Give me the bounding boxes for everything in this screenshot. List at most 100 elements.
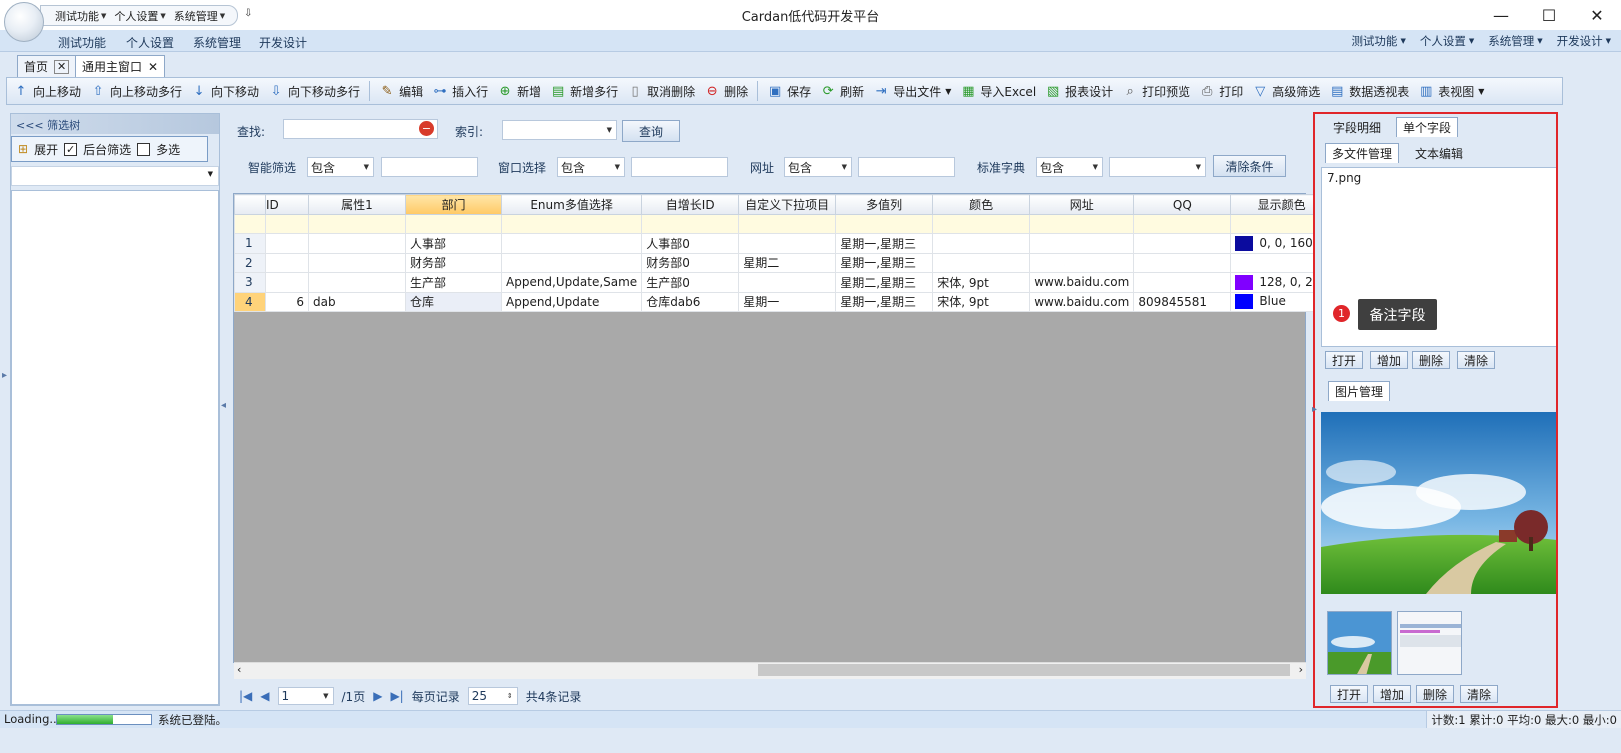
- cell-multi[interactable]: 星期一,星期三: [835, 233, 934, 254]
- cell-autoid[interactable]: 生产部0: [641, 272, 740, 293]
- scrollbar-thumb[interactable]: [758, 664, 1290, 676]
- undo-delete-button[interactable]: ▯ 取消删除: [627, 83, 696, 100]
- last-page-icon[interactable]: ▶|: [390, 689, 403, 703]
- rmenu-system[interactable]: 系统管理 ▼: [1488, 33, 1542, 49]
- window-select-input[interactable]: [631, 157, 728, 177]
- filter-cell[interactable]: [308, 214, 406, 234]
- cell-custom[interactable]: [738, 272, 837, 293]
- cell-color[interactable]: 宋体, 9pt: [932, 272, 1031, 293]
- cell-multi[interactable]: 星期一,星期三: [835, 291, 934, 312]
- filter-tree-combo[interactable]: ▼: [11, 166, 219, 186]
- query-button[interactable]: 查询: [622, 120, 680, 142]
- menu-test[interactable]: 测试功能: [58, 34, 106, 51]
- filter-cell[interactable]: [500, 214, 643, 234]
- cell-autoid[interactable]: 仓库dab6: [641, 291, 740, 312]
- col-header-autoid[interactable]: 自增长ID: [641, 194, 740, 215]
- menu-personal[interactable]: 个人设置: [126, 34, 174, 51]
- edit-button[interactable]: ✎ 编辑: [379, 83, 423, 100]
- page-select[interactable]: 1 ▼: [277, 687, 334, 705]
- qat-item-test[interactable]: 测试功能 ▼: [55, 8, 106, 24]
- url-filter-input[interactable]: [858, 157, 955, 177]
- cell-color[interactable]: 宋体, 9pt: [932, 291, 1031, 312]
- print-button[interactable]: ⎙ 打印: [1199, 83, 1243, 100]
- row-header[interactable]: 2: [234, 252, 266, 273]
- collapse-right-icon[interactable]: ▸: [1312, 404, 1317, 415]
- row-header[interactable]: 1: [234, 233, 266, 254]
- tab-home[interactable]: 首页 ✕: [17, 55, 77, 77]
- multi-select-checkbox[interactable]: [137, 142, 151, 156]
- filter-cell[interactable]: [1029, 214, 1135, 234]
- cell-custom[interactable]: [738, 233, 837, 254]
- cell-id[interactable]: [265, 272, 309, 293]
- add-button[interactable]: ⊕ 新增: [497, 83, 541, 100]
- col-header-qq[interactable]: QQ: [1133, 194, 1232, 215]
- cell-attr1[interactable]: [308, 252, 406, 273]
- col-header-attr1[interactable]: 属性1: [308, 194, 406, 215]
- minimize-icon[interactable]: —: [1477, 0, 1525, 30]
- filter-cell[interactable]: [1133, 214, 1232, 234]
- cell-color[interactable]: [932, 233, 1031, 254]
- expand-left-icon[interactable]: ▸: [2, 370, 7, 381]
- qat-item-system[interactable]: 系统管理 ▼: [174, 8, 225, 24]
- window-select-mode[interactable]: 包含 ▼: [557, 157, 625, 177]
- report-design-button[interactable]: ▧ 报表设计: [1045, 83, 1113, 100]
- cell-multi[interactable]: 星期二,星期三: [835, 272, 934, 293]
- print-preview-button[interactable]: ⌕ 打印预览: [1122, 83, 1191, 100]
- cell-id[interactable]: 6: [265, 291, 309, 312]
- filter-cell[interactable]: [932, 214, 1031, 234]
- close-icon[interactable]: ✕: [54, 59, 70, 74]
- table-view-button[interactable]: ▥ 表视图 ▼: [1418, 83, 1484, 100]
- cell-multi[interactable]: 星期一,星期三: [835, 252, 934, 273]
- cell-qq[interactable]: [1133, 233, 1232, 254]
- cell-id[interactable]: [265, 252, 309, 273]
- rmenu-personal[interactable]: 个人设置 ▼: [1420, 33, 1474, 49]
- qat-item-personal[interactable]: 个人设置 ▼: [114, 8, 165, 24]
- next-page-icon[interactable]: ▶: [373, 689, 382, 703]
- col-header-enum[interactable]: Enum多值选择: [500, 194, 643, 215]
- rmenu-dev[interactable]: 开发设计 ▼: [1557, 33, 1611, 49]
- cell-url[interactable]: www.baidu.com: [1029, 291, 1135, 312]
- add-multi-button[interactable]: ▤ 新增多行: [550, 83, 618, 100]
- maximize-icon[interactable]: ☐: [1525, 0, 1573, 30]
- index-select[interactable]: ▼: [502, 120, 617, 140]
- export-button[interactable]: ⇥ 导出文件 ▼: [873, 83, 952, 100]
- cell-dept[interactable]: 财务部: [405, 252, 502, 273]
- grid-corner-cell[interactable]: [234, 194, 266, 215]
- cell-url[interactable]: www.baidu.com: [1029, 272, 1135, 293]
- cell-enum[interactable]: Append,Update: [500, 291, 643, 312]
- table-row[interactable]: 4 6 dab 仓库 Append,Update 仓库dab6 星期一 星期一,星期三 宋体, …: [234, 291, 1334, 312]
- insert-row-button[interactable]: ⊶ 插入行: [432, 83, 489, 100]
- cell-enum[interactable]: Append,Update,Same: [500, 272, 643, 293]
- filter-cell[interactable]: [835, 214, 934, 234]
- cell-enum[interactable]: [500, 252, 643, 273]
- cell-url[interactable]: [1029, 233, 1135, 254]
- col-header-dept[interactable]: 部门: [405, 194, 502, 215]
- col-header-id[interactable]: ID: [265, 194, 309, 215]
- menu-system[interactable]: 系统管理: [193, 34, 241, 51]
- col-header-multi[interactable]: 多值列: [835, 194, 934, 215]
- prev-page-icon[interactable]: ◀: [260, 689, 269, 703]
- scroll-right-icon[interactable]: ›: [1299, 663, 1303, 676]
- cell-id[interactable]: [265, 233, 309, 254]
- cell-custom[interactable]: 星期一: [738, 291, 837, 312]
- clear-search-icon[interactable]: −: [419, 121, 434, 136]
- cell-attr1[interactable]: dab: [308, 291, 406, 312]
- close-icon[interactable]: ✕: [1573, 0, 1621, 30]
- scroll-left-icon[interactable]: ‹: [237, 663, 241, 676]
- refresh-button[interactable]: ⟳ 刷新: [820, 83, 864, 100]
- filter-cell[interactable]: [641, 214, 740, 234]
- filter-row[interactable]: [234, 214, 1334, 234]
- table-row[interactable]: 3 生产部 Append,Update,Same 生产部0 星期二,星期三 宋体, 9pt…: [234, 272, 1334, 293]
- filter-cell[interactable]: [265, 214, 309, 234]
- import-excel-button[interactable]: ▦ 导入Excel: [960, 83, 1036, 100]
- filter-tree-header[interactable]: <<< 筛选树: [11, 114, 219, 134]
- tab-main-window[interactable]: 通用主窗口 ✕: [75, 55, 166, 77]
- url-filter-mode[interactable]: 包含 ▼: [784, 157, 852, 177]
- cell-enum[interactable]: [500, 233, 643, 254]
- move-up-multi-button[interactable]: ⇧ 向上移动多行: [90, 83, 182, 100]
- row-header[interactable]: 3: [234, 272, 266, 293]
- app-menu-orb[interactable]: [4, 2, 44, 42]
- cell-dept[interactable]: 生产部: [405, 272, 502, 293]
- filter-cell[interactable]: [405, 214, 502, 234]
- filter-cell[interactable]: [738, 214, 837, 234]
